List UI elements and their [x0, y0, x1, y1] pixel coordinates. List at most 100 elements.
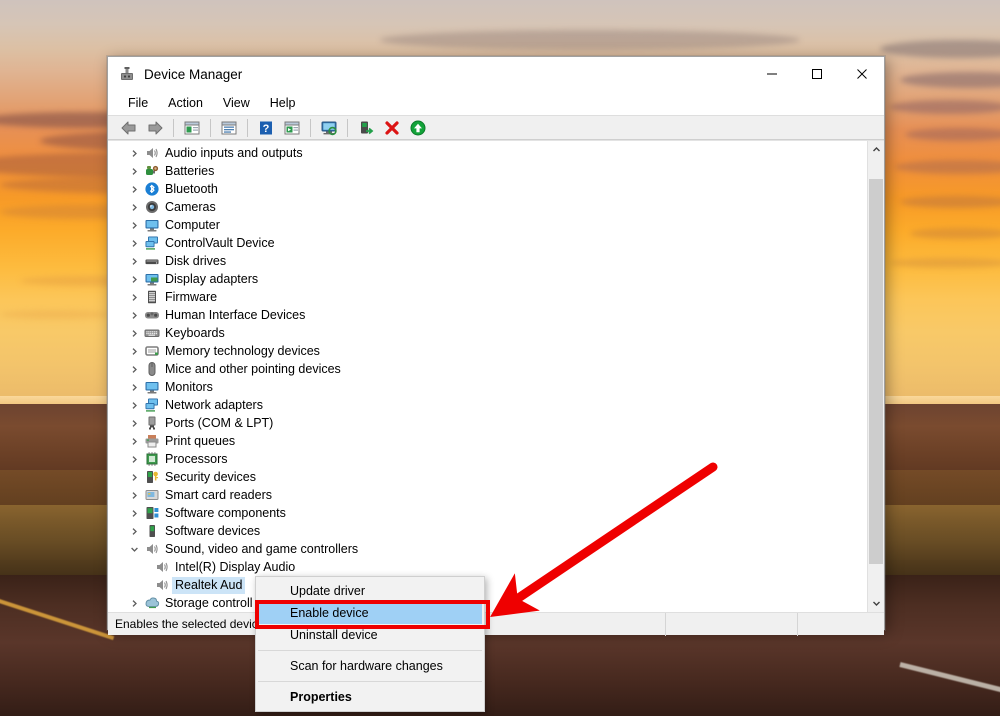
tree-item-label: Print queues — [165, 433, 236, 448]
tree-item[interactable]: Software devices — [108, 522, 867, 540]
chevron-right-icon[interactable] — [126, 383, 142, 392]
context-menu-scan-for-hardware-changes[interactable]: Scan for hardware changes — [258, 655, 482, 677]
tree-item[interactable]: Software components — [108, 504, 867, 522]
maximize-button[interactable] — [794, 57, 839, 91]
tree-item[interactable]: Cameras — [108, 198, 867, 216]
scrollbar-thumb[interactable] — [869, 179, 883, 564]
chevron-right-icon[interactable] — [126, 473, 142, 482]
camera-icon — [142, 199, 162, 215]
menu-help[interactable]: Help — [260, 93, 306, 113]
close-button[interactable] — [839, 57, 884, 91]
tree-item[interactable]: ControlVault Device — [108, 234, 867, 252]
display-adapter-icon — [142, 271, 162, 287]
chevron-right-icon[interactable] — [126, 257, 142, 266]
uninstall-device-button[interactable] — [380, 117, 404, 139]
tree-item[interactable]: Display adapters — [108, 270, 867, 288]
chevron-right-icon[interactable] — [126, 437, 142, 446]
tree-item[interactable]: Firmware — [108, 288, 867, 306]
tree-item[interactable]: Intel(R) Display Audio — [108, 558, 867, 576]
tree-item-label: Computer — [165, 217, 220, 232]
properties-button[interactable] — [217, 117, 241, 139]
tree-item[interactable]: Disk drives — [108, 252, 867, 270]
tree-item[interactable]: Print queues — [108, 432, 867, 450]
tree-item-label: Storage controll — [165, 595, 253, 610]
disk-drive-icon — [142, 253, 162, 269]
show-hide-action-pane-button[interactable] — [280, 117, 304, 139]
forward-button[interactable] — [143, 117, 167, 139]
chevron-right-icon[interactable] — [126, 185, 142, 194]
tree-item[interactable]: Monitors — [108, 378, 867, 396]
context-menu-uninstall-device[interactable]: Uninstall device — [258, 624, 482, 646]
software-component-icon — [142, 505, 162, 521]
tree-item[interactable]: Computer — [108, 216, 867, 234]
update-driver-button[interactable] — [354, 117, 378, 139]
menu-view[interactable]: View — [213, 93, 260, 113]
context-menu-separator — [258, 650, 482, 651]
device-tree[interactable]: Audio inputs and outputs Batteries Bluetoo… — [108, 141, 867, 612]
tree-item[interactable]: Storage controll — [108, 594, 867, 612]
chevron-right-icon[interactable] — [126, 365, 142, 374]
context-menu-properties[interactable]: Properties — [258, 686, 482, 708]
chevron-right-icon[interactable] — [126, 221, 142, 230]
tree-item[interactable]: Mice and other pointing devices — [108, 360, 867, 378]
tree-item[interactable]: Ports (COM & LPT) — [108, 414, 867, 432]
monitor-icon — [142, 379, 162, 395]
hid-icon — [142, 307, 162, 323]
tree-item[interactable]: Bluetooth — [108, 180, 867, 198]
chevron-right-icon[interactable] — [126, 491, 142, 500]
storage-controller-icon — [142, 595, 162, 611]
vertical-scrollbar[interactable] — [867, 141, 884, 612]
enable-device-button[interactable] — [406, 117, 430, 139]
tree-item-label: Display adapters — [165, 271, 259, 286]
wallpaper-cloud — [910, 228, 1000, 239]
chevron-right-icon[interactable] — [126, 239, 142, 248]
tree-item[interactable]: Batteries — [108, 162, 867, 180]
show-hide-console-tree-button[interactable] — [180, 117, 204, 139]
tree-item[interactable]: Processors — [108, 450, 867, 468]
menu-file[interactable]: File — [118, 93, 158, 113]
tree-item-label: Smart card readers — [165, 487, 272, 502]
chevron-right-icon[interactable] — [126, 527, 142, 536]
tree-item[interactable]: Human Interface Devices — [108, 306, 867, 324]
chevron-right-icon[interactable] — [126, 347, 142, 356]
chevron-right-icon[interactable] — [126, 455, 142, 464]
tree-item[interactable]: Network adapters — [108, 396, 867, 414]
tree-item[interactable]: Sound, video and game controllers — [108, 540, 867, 558]
device-tree-area: Audio inputs and outputs Batteries Bluetoo… — [108, 140, 884, 612]
svg-text:?: ? — [263, 123, 270, 135]
network-adapter-icon — [142, 397, 162, 413]
scrollbar-up-button[interactable] — [868, 141, 884, 158]
context-menu-enable-device[interactable]: Enable device — [258, 602, 482, 624]
tree-item-label: Audio inputs and outputs — [165, 145, 303, 160]
scrollbar-down-button[interactable] — [868, 595, 884, 612]
window-title-bar: Device Manager — [108, 57, 884, 91]
chevron-right-icon[interactable] — [126, 329, 142, 338]
tree-item-label: Keyboards — [165, 325, 225, 340]
chevron-right-icon[interactable] — [126, 599, 142, 608]
chevron-right-icon[interactable] — [126, 149, 142, 158]
help-button[interactable]: ? — [254, 117, 278, 139]
smartcard-reader-icon — [142, 487, 162, 503]
minimize-button[interactable] — [749, 57, 794, 91]
chevron-right-icon[interactable] — [126, 293, 142, 302]
tree-item-label: Disk drives — [165, 253, 227, 268]
chevron-right-icon[interactable] — [126, 167, 142, 176]
tree-item[interactable]: Audio inputs and outputs — [108, 144, 867, 162]
tree-item[interactable]: Realtek Aud — [108, 576, 867, 594]
scan-for-hardware-changes-button[interactable] — [317, 117, 341, 139]
chevron-right-icon[interactable] — [126, 203, 142, 212]
chevron-right-icon[interactable] — [126, 275, 142, 284]
chevron-right-icon[interactable] — [126, 401, 142, 410]
chevron-right-icon[interactable] — [126, 509, 142, 518]
tree-item[interactable]: Memory technology devices — [108, 342, 867, 360]
back-button[interactable] — [117, 117, 141, 139]
context-menu-update-driver[interactable]: Update driver — [258, 580, 482, 602]
chevron-right-icon[interactable] — [126, 311, 142, 320]
tree-item[interactable]: Security devices — [108, 468, 867, 486]
tree-item[interactable]: Smart card readers — [108, 486, 867, 504]
menu-action[interactable]: Action — [158, 93, 213, 113]
processor-icon — [142, 451, 162, 467]
chevron-down-icon[interactable] — [126, 545, 142, 554]
tree-item[interactable]: Keyboards — [108, 324, 867, 342]
chevron-right-icon[interactable] — [126, 419, 142, 428]
